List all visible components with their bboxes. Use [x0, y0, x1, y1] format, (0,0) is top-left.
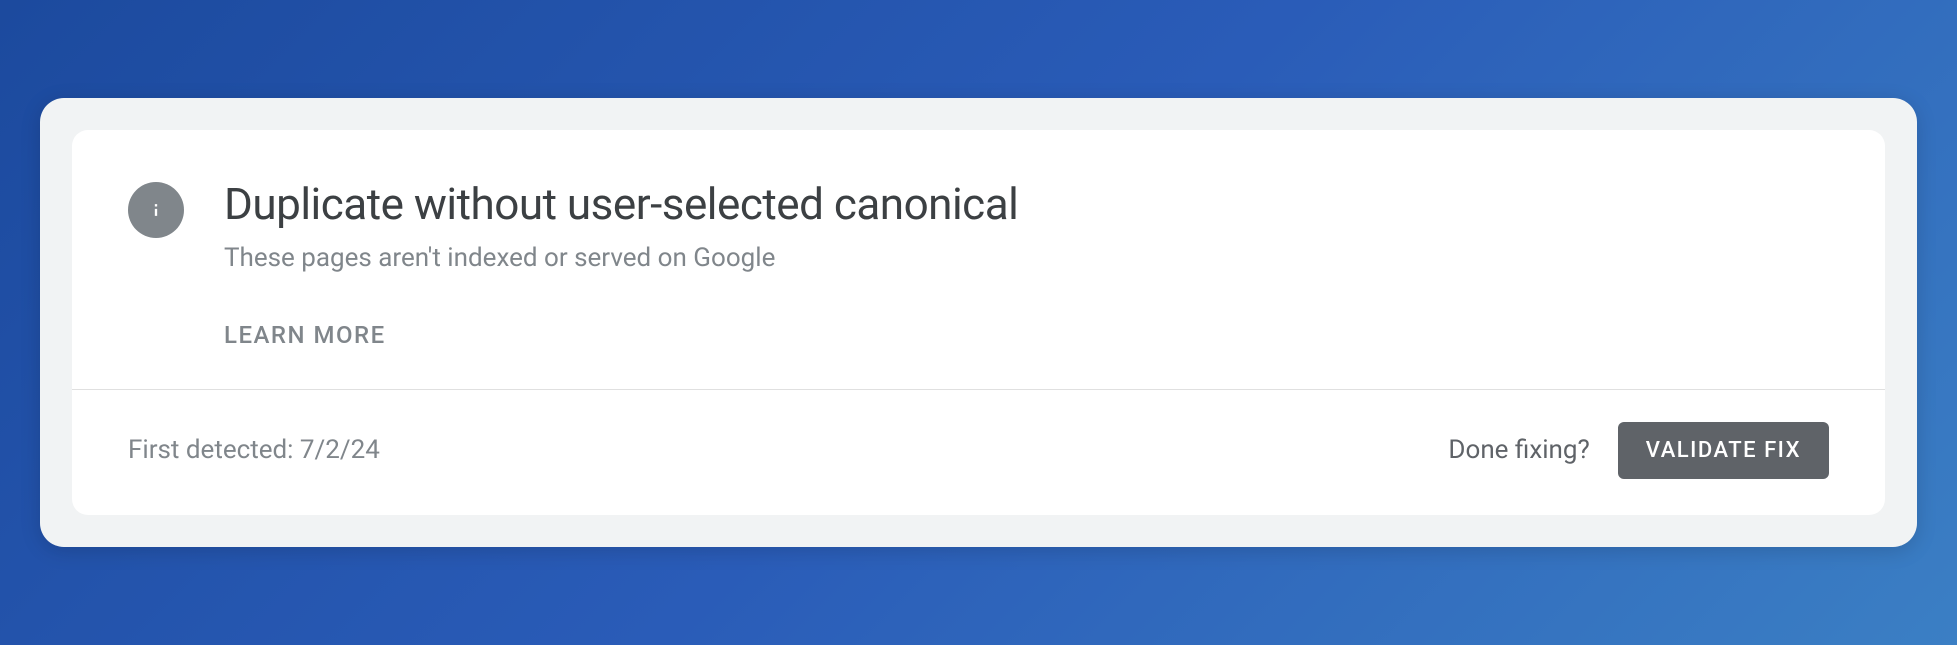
issue-subtitle: These pages aren't indexed or served on … — [224, 243, 1829, 273]
info-icon — [128, 182, 184, 238]
footer-actions: Done fixing? VALIDATE FIX — [1448, 422, 1829, 479]
issue-footer: First detected: 7/2/24 Done fixing? VALI… — [72, 390, 1885, 515]
issue-header-text: Duplicate without user-selected canonica… — [224, 178, 1829, 349]
issue-header: Duplicate without user-selected canonica… — [72, 130, 1885, 389]
issue-title: Duplicate without user-selected canonica… — [224, 178, 1829, 231]
validate-fix-button[interactable]: VALIDATE FIX — [1618, 422, 1829, 479]
first-detected-label: First detected: 7/2/24 — [128, 435, 380, 465]
outer-panel: Duplicate without user-selected canonica… — [40, 98, 1917, 547]
issue-card: Duplicate without user-selected canonica… — [72, 130, 1885, 515]
done-fixing-label: Done fixing? — [1448, 435, 1589, 465]
learn-more-link[interactable]: LEARN MORE — [224, 321, 386, 349]
